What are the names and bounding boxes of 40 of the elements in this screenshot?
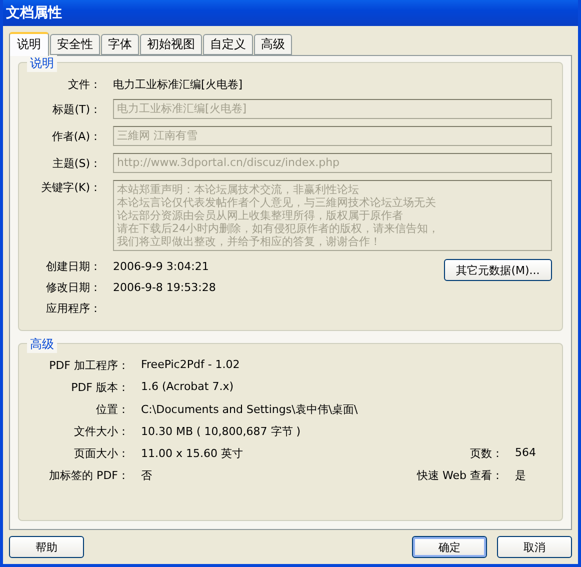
cancel-button[interactable]: 取消 — [497, 536, 572, 558]
field-label: 主题(S)： — [51, 156, 101, 170]
property-value: 是 — [515, 468, 527, 483]
date-value: 2006-9-8 19:53:28 — [113, 281, 216, 294]
field-label: 应用程序： — [45, 301, 101, 316]
field-label: 页数： — [469, 446, 503, 461]
field-label: 关键字(K)： — [40, 180, 101, 195]
field-label: 文件大小： — [73, 424, 129, 439]
property-value: 10.30 MB ( 10,800,687 字节 ) — [141, 424, 302, 439]
property-value: 11.00 x 15.60 英寸 — [141, 446, 244, 461]
field-label: 作者(A)： — [50, 128, 101, 144]
property-value: 1.6 (Acrobat 7.x) — [141, 380, 235, 395]
tab[interactable]: 高级 — [254, 34, 292, 55]
ok-button[interactable]: 确定 — [412, 536, 487, 558]
field-label: 标题(T)： — [52, 102, 101, 116]
field-label: 创建日期： — [45, 259, 101, 274]
more-metadata-button[interactable]: 其它元数据(M)... — [444, 259, 552, 281]
field-label: 页面大小： — [73, 446, 129, 461]
tab[interactable]: 安全性 — [50, 34, 100, 55]
property-value: 否 — [141, 468, 153, 483]
field-label: 快速 Web 查看： — [416, 468, 503, 483]
tab[interactable]: 自定义 — [203, 34, 253, 55]
tab[interactable]: 字体 — [101, 34, 139, 55]
field-label: 修改日期： — [45, 280, 101, 295]
window-title: 文档属性 — [3, 0, 578, 26]
property-value: FreePic2Pdf - 1.02 — [141, 358, 241, 373]
help-button[interactable]: 帮助 — [9, 536, 84, 558]
field-label: 加标签的 PDF： — [48, 468, 129, 483]
date-value: 2006-9-9 3:04:21 — [113, 260, 210, 273]
tab[interactable]: 说明 — [9, 32, 49, 56]
field-label: 文件： — [67, 77, 101, 92]
field-label: PDF 版本： — [70, 380, 129, 395]
group-heading: 高级 — [27, 336, 57, 353]
field-label: 位置： — [95, 402, 129, 417]
file-name: 电力工业标准汇编[火电卷] — [113, 77, 244, 92]
field-label: PDF 加工程序： — [48, 358, 129, 373]
property-value: 564 — [515, 446, 537, 461]
tab[interactable]: 初始视图 — [140, 34, 202, 55]
group-heading: 说明 — [27, 55, 57, 72]
property-value: C:\Documents and Settings\袁中伟\桌面\ — [141, 402, 359, 417]
